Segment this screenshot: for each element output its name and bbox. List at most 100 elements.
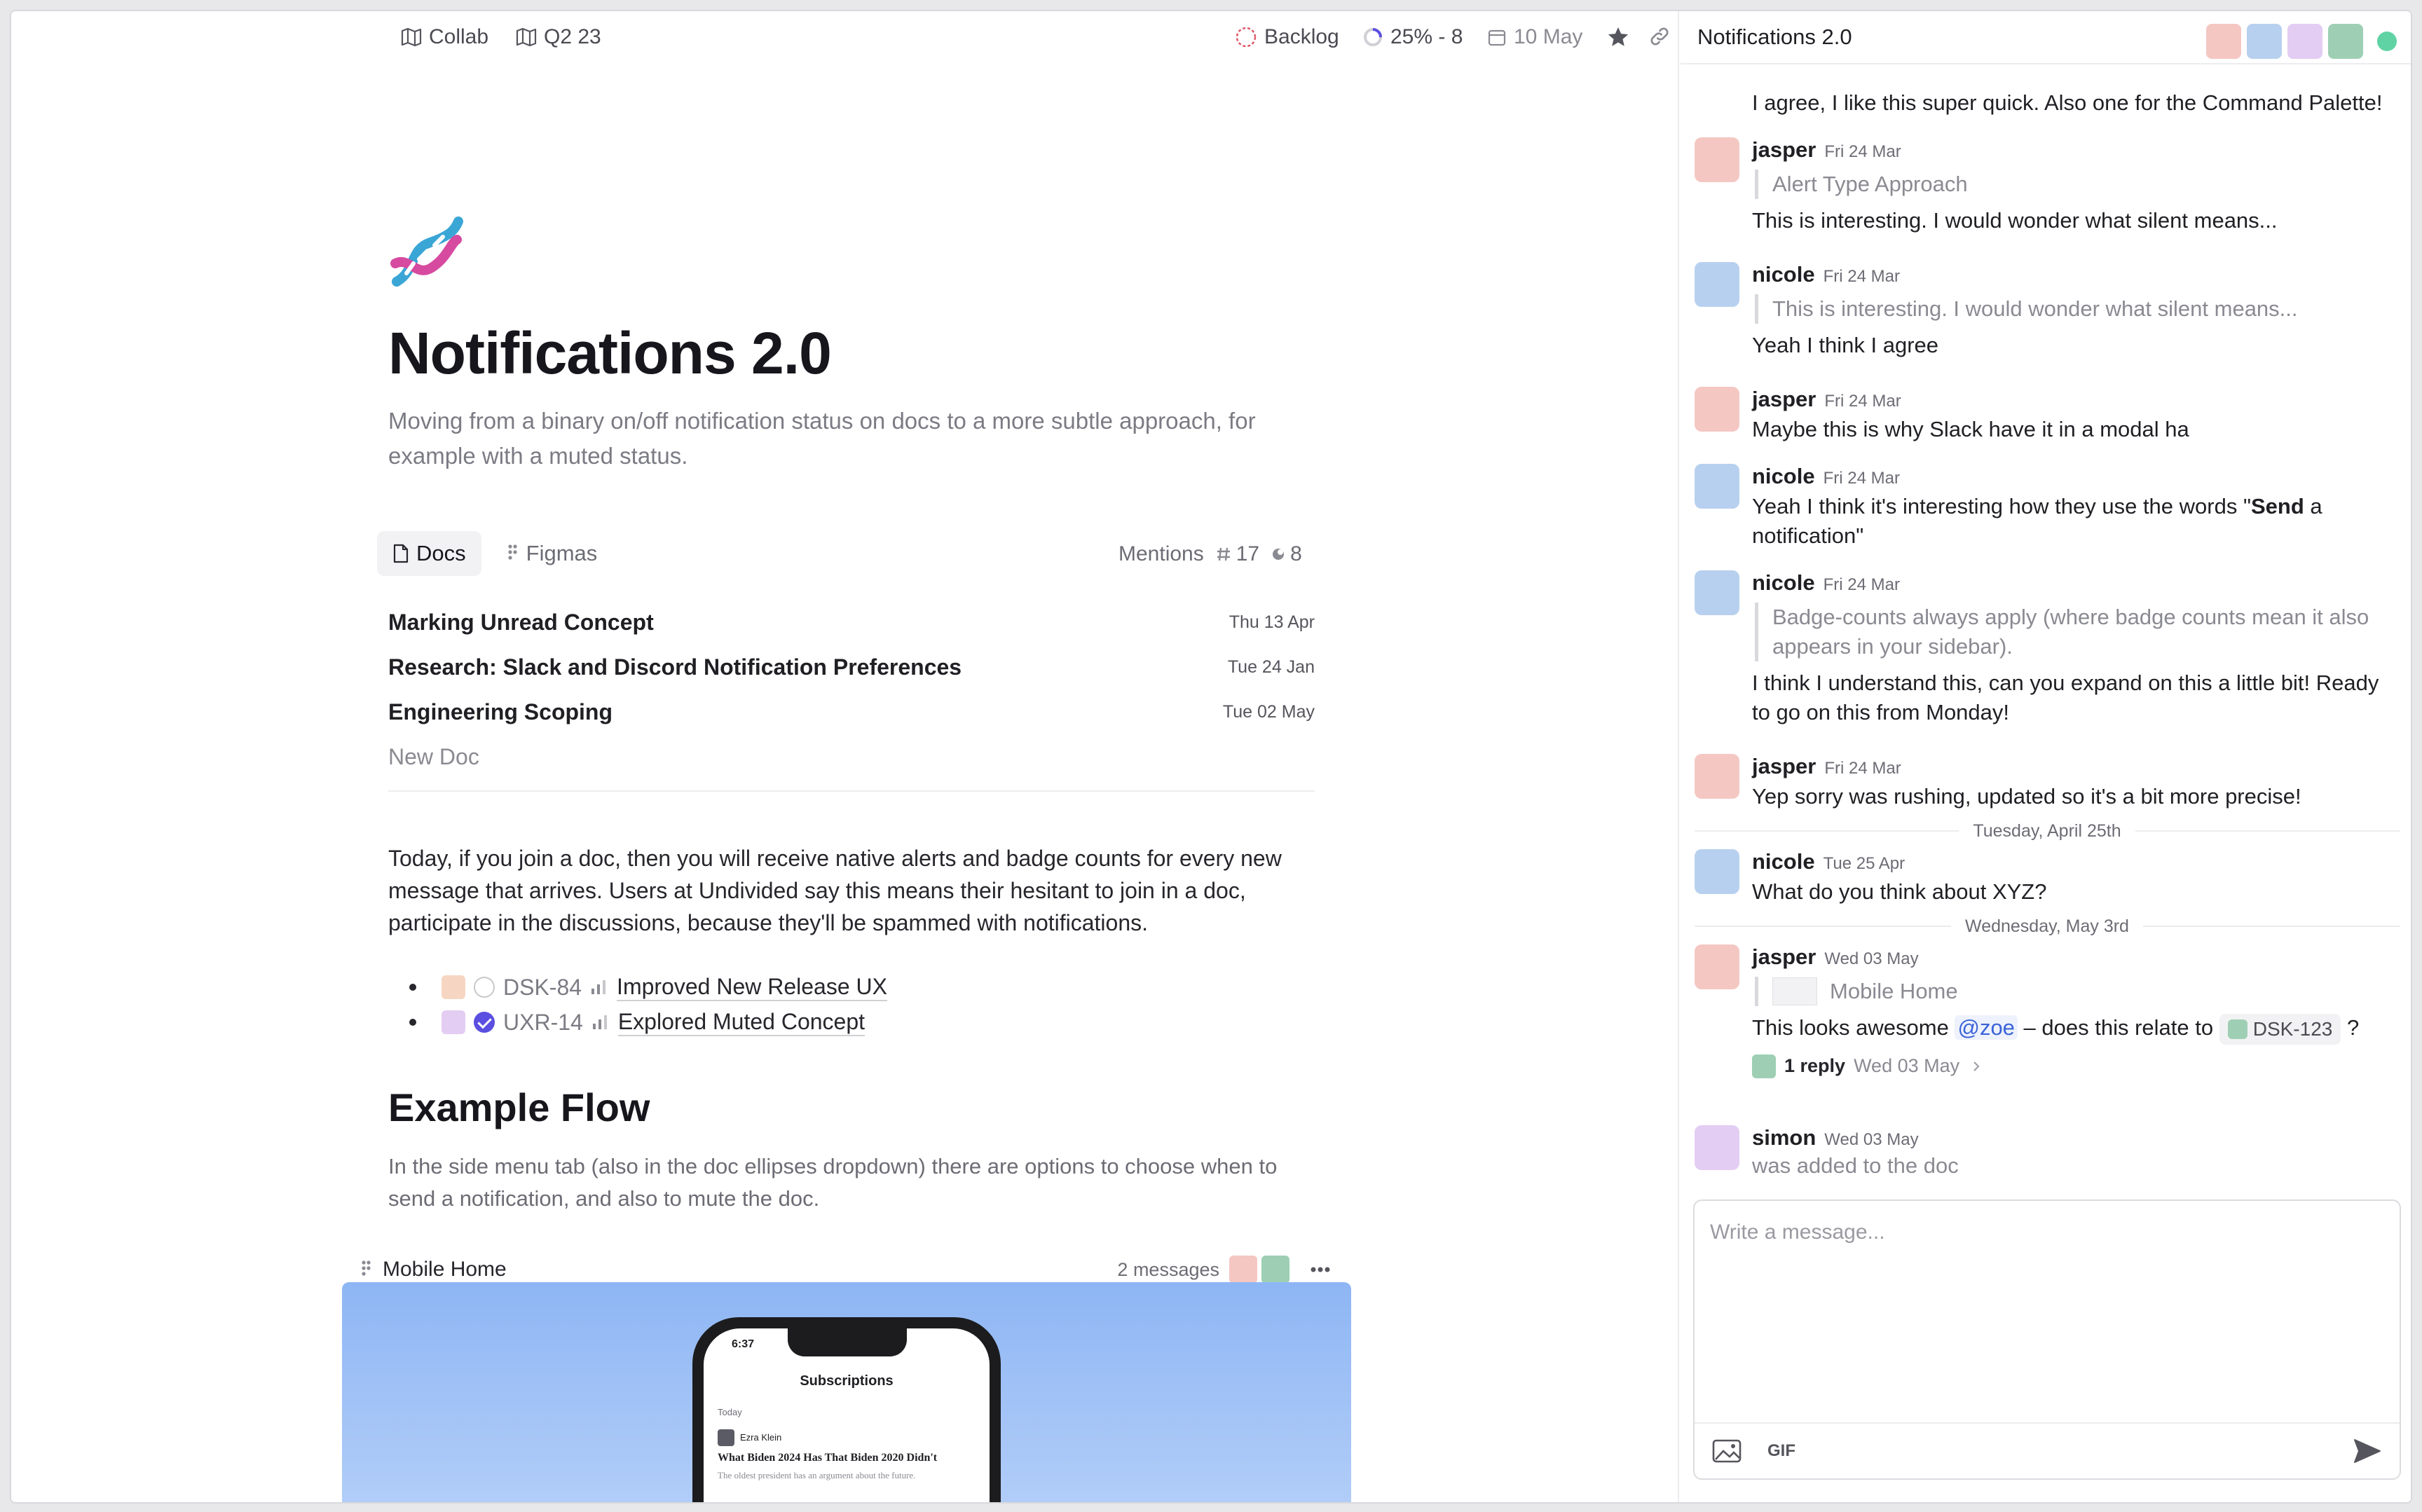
- message-date: Fri 24 Mar: [1823, 575, 1900, 594]
- avatar: [2227, 1019, 2247, 1039]
- section-heading[interactable]: Example Flow: [388, 1085, 650, 1130]
- chip-label: DSK-123: [2252, 1017, 2333, 1040]
- user-mention[interactable]: @zoe: [1955, 1015, 2018, 1040]
- gif-button[interactable]: GIF: [1767, 1441, 1795, 1461]
- chat-header: Notifications 2.0: [1681, 11, 2411, 64]
- done-status-icon: [474, 1012, 495, 1033]
- mentions-summary[interactable]: Mentions 17 8: [1118, 542, 1302, 566]
- progress-button[interactable]: 25% - 8: [1362, 25, 1463, 49]
- link-icon: [1650, 27, 1669, 46]
- figma-icon: [508, 544, 517, 560]
- doc-subtitle[interactable]: Moving from a binary on/off notification…: [388, 404, 1327, 474]
- message-author: simon: [1752, 1125, 1817, 1150]
- message[interactable]: simon Wed 03 May was added to the doc: [1695, 1125, 2395, 1178]
- doc-list-item[interactable]: Engineering Scoping Tue 02 May: [388, 689, 1315, 734]
- doc-title[interactable]: Notifications 2.0: [388, 319, 832, 387]
- message[interactable]: nicole Fri 24 Mar Badge-counts always app…: [1695, 570, 2395, 727]
- message-quote: Badge-counts always apply (where badge c…: [1755, 603, 2395, 661]
- reply-date: Wed 03 May: [1854, 1055, 1960, 1077]
- section-paragraph[interactable]: In the side menu tab (also in the doc el…: [388, 1150, 1327, 1215]
- message-quote[interactable]: Mobile Home: [1755, 977, 2395, 1006]
- day-separator: Wednesday, May 3rd: [1681, 912, 2411, 940]
- message[interactable]: nicole Fri 24 Mar Yeah I think it's inter…: [1695, 464, 2395, 551]
- due-date-button[interactable]: 10 May: [1487, 25, 1582, 49]
- message-text: This is interesting. I would wonder what…: [1752, 208, 2278, 233]
- message-date: Fri 24 Mar: [1823, 469, 1900, 488]
- send-icon[interactable]: [2352, 1437, 2383, 1465]
- figma-preview[interactable]: 6:37 Subscriptions Today Ezra Klein What…: [342, 1282, 1351, 1502]
- text-part: This looks awesome: [1752, 1015, 1949, 1040]
- issue-item[interactable]: UXR-14 Explored Muted Concept: [409, 1005, 887, 1040]
- mentions-label: Mentions: [1118, 542, 1204, 565]
- phone-author: Ezra Klein: [740, 1432, 782, 1443]
- message-input[interactable]: [1710, 1216, 2376, 1249]
- bar-chart-icon: [592, 1015, 607, 1029]
- phone-screen: 6:37 Subscriptions Today Ezra Klein What…: [704, 1328, 990, 1502]
- message[interactable]: nicole Fri 24 Mar This is interesting. I …: [1695, 262, 2395, 360]
- message-composer: GIF: [1693, 1200, 2401, 1480]
- phone-title: Subscriptions: [800, 1373, 894, 1389]
- breadcrumb-collab[interactable]: Collab: [401, 25, 488, 49]
- issue-title-link[interactable]: Improved New Release UX: [617, 974, 887, 1001]
- progress-label: 25% - 8: [1390, 25, 1463, 48]
- star-icon: [1608, 27, 1629, 46]
- figma-name[interactable]: Mobile Home: [383, 1258, 507, 1281]
- message-date: Fri 24 Mar: [1824, 392, 1901, 411]
- message-date: Fri 24 Mar: [1823, 267, 1900, 286]
- avatar: [2328, 24, 2363, 59]
- message[interactable]: jasper Fri 24 Mar Yep sorry was rushing, …: [1695, 754, 2395, 811]
- quote-text: Mobile Home: [1830, 979, 1958, 1003]
- issue-chip[interactable]: DSK-123: [2219, 1013, 2341, 1045]
- dna-emoji: [390, 217, 463, 287]
- chat-pane: Notifications 2.0 I agree, I like this s…: [1681, 11, 2411, 1502]
- message-author: nicole: [1752, 464, 1815, 488]
- avatar: [1695, 137, 1739, 182]
- avatar: [1695, 754, 1739, 799]
- online-status-icon: [2377, 32, 2397, 51]
- tab-docs[interactable]: Docs: [377, 531, 481, 576]
- phone-time: 6:37: [732, 1338, 755, 1350]
- divider: [388, 790, 1315, 792]
- issue-list: DSK-84 Improved New Release UX UXR-14 Ex…: [409, 970, 887, 1040]
- avatar: [1695, 944, 1739, 989]
- breadcrumb-label: Collab: [429, 25, 489, 48]
- message[interactable]: jasper Fri 24 Mar Maybe this is why Slack…: [1695, 387, 2395, 444]
- message[interactable]: jasper Wed 03 May Mobile Home This looks …: [1695, 944, 2395, 1078]
- figma-meta: 2 messages: [1117, 1256, 1341, 1284]
- app-window: Collab Q2 23 Backlog 25% - 8 10 May Noti…: [10, 10, 2412, 1504]
- thread-reply[interactable]: 1 reply Wed 03 May: [1752, 1054, 2395, 1078]
- message-list[interactable]: I agree, I like this super quick. Also o…: [1681, 64, 2411, 1200]
- doc-paragraph[interactable]: Today, if you join a doc, then you will …: [388, 842, 1327, 939]
- image-icon[interactable]: [1711, 1438, 1742, 1464]
- participant-avatars[interactable]: [2206, 24, 2397, 59]
- star-button[interactable]: [1606, 25, 1630, 49]
- doc-list-item[interactable]: Marking Unread Concept Thu 13 Apr: [388, 600, 1315, 645]
- breadcrumb-q2[interactable]: Q2 23: [516, 25, 601, 49]
- avatar: [2287, 24, 2322, 59]
- message-author: jasper: [1752, 137, 1817, 162]
- copy-link-button[interactable]: [1648, 25, 1671, 48]
- issue-title-link[interactable]: Explored Muted Concept: [617, 1009, 866, 1036]
- figma-messages-count[interactable]: 2 messages: [1117, 1259, 1219, 1281]
- status-button[interactable]: Backlog: [1235, 25, 1339, 49]
- message-author: nicole: [1752, 570, 1815, 595]
- message[interactable]: jasper Fri 24 Mar Alert Type Approach Thi…: [1695, 137, 2395, 235]
- status-label: Backlog: [1264, 25, 1339, 48]
- doc-tabs: Docs Figmas: [377, 531, 613, 576]
- new-doc-button[interactable]: New Doc: [388, 734, 1315, 779]
- avatar: [442, 1010, 465, 1034]
- doc-list-item[interactable]: Research: Slack and Discord Notification…: [388, 645, 1315, 689]
- day-separator: Tuesday, April 25th: [1681, 817, 2411, 845]
- more-icon[interactable]: [1299, 1259, 1341, 1280]
- avatar: [1695, 262, 1739, 307]
- phone-subtext: The oldest president has an argument abo…: [718, 1470, 916, 1480]
- phone-section: Today: [718, 1407, 742, 1417]
- issue-item[interactable]: DSK-84 Improved New Release UX: [409, 970, 887, 1005]
- message-author: jasper: [1752, 944, 1817, 969]
- avatar: [718, 1429, 734, 1446]
- message[interactable]: nicole Tue 25 Apr What do you think about…: [1695, 849, 2395, 907]
- avatar: [1695, 570, 1739, 615]
- tab-figmas[interactable]: Figmas: [491, 531, 613, 576]
- doc-date: Thu 13 Apr: [1229, 612, 1315, 632]
- system-message-text: was added to the doc: [1752, 1153, 1959, 1178]
